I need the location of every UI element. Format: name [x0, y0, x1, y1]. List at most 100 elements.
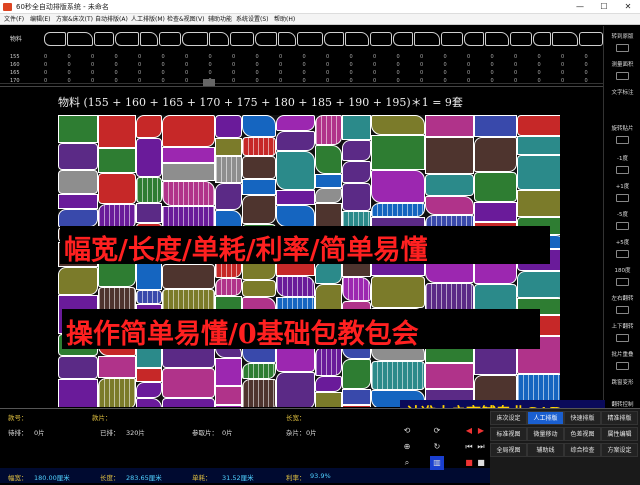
pattern-piece[interactable] — [425, 196, 474, 215]
pattern-piece[interactable] — [315, 188, 342, 203]
pattern-piece[interactable] — [215, 115, 242, 138]
pattern-piece[interactable] — [58, 356, 98, 379]
pattern-piece[interactable] — [162, 264, 215, 289]
pattern-piece[interactable] — [215, 358, 242, 386]
pattern-piece[interactable] — [342, 140, 371, 161]
pattern-piece[interactable] — [474, 137, 517, 172]
pattern-piece[interactable] — [315, 115, 342, 145]
pattern-piece[interactable] — [371, 135, 425, 170]
pattern-piece[interactable] — [342, 115, 371, 140]
pattern-piece[interactable] — [315, 174, 342, 188]
pattern-piece[interactable] — [162, 398, 215, 407]
tool-go-original[interactable]: 转到原版 — [604, 32, 640, 40]
pattern-piece[interactable] — [425, 363, 474, 389]
pattern-piece[interactable] — [342, 183, 371, 211]
pattern-piece[interactable] — [242, 115, 276, 137]
piece-thumbnail[interactable] — [182, 32, 208, 46]
pattern-piece[interactable] — [474, 202, 517, 222]
pattern-piece[interactable] — [517, 190, 560, 217]
pattern-piece[interactable] — [342, 389, 371, 405]
pattern-piece[interactable] — [342, 405, 371, 407]
tool-jump-deform[interactable]: 跳窗变形 — [604, 378, 640, 386]
tool-measure-area[interactable]: 测量面积 — [604, 60, 640, 68]
scheme-settings-button[interactable]: 方案设定 — [601, 443, 638, 457]
menu-file[interactable]: 文件(F) — [4, 14, 24, 25]
pattern-piece[interactable] — [58, 267, 98, 295]
pattern-piece[interactable] — [371, 170, 425, 203]
pattern-piece[interactable] — [474, 115, 517, 137]
pattern-piece[interactable] — [58, 143, 98, 170]
manual-layout-button[interactable]: 人工排版 — [527, 411, 564, 425]
piece-thumbnail[interactable] — [485, 32, 509, 46]
piece-thumbnail[interactable] — [140, 32, 158, 46]
white-flag-icon[interactable]: ■ — [474, 456, 488, 470]
book-icon[interactable]: ▥ — [430, 456, 444, 470]
tool-flip-control[interactable]: 翻转控制 — [604, 400, 640, 408]
bed-settings-button[interactable]: 床次设定 — [490, 411, 527, 425]
pattern-piece[interactable] — [517, 155, 560, 190]
tool-text-label[interactable]: 文字标注 — [604, 88, 640, 96]
pattern-piece[interactable] — [276, 151, 315, 190]
refresh-icon[interactable]: ↻ — [430, 440, 444, 454]
global-view-button[interactable]: 全局视图 — [490, 443, 527, 457]
pattern-piece[interactable] — [58, 194, 98, 209]
pattern-piece[interactable] — [371, 115, 425, 135]
pattern-piece[interactable] — [342, 161, 371, 183]
pattern-piece[interactable] — [342, 359, 371, 389]
pattern-piece[interactable] — [136, 368, 162, 382]
pattern-piece[interactable] — [215, 138, 242, 156]
standard-view-button[interactable]: 标准视图 — [490, 427, 527, 441]
piece-thumbnail[interactable] — [552, 32, 578, 46]
pattern-piece[interactable] — [136, 382, 162, 398]
piece-thumbnail[interactable] — [115, 32, 139, 46]
tool-overlap-pieces[interactable]: 批片重叠 — [604, 350, 640, 358]
menu-aux[interactable]: 辅助功能 — [208, 14, 232, 25]
pattern-piece[interactable] — [371, 361, 425, 390]
close-button[interactable]: ✕ — [616, 0, 640, 14]
piece-thumbnail[interactable] — [159, 32, 181, 46]
pattern-piece[interactable] — [425, 283, 474, 312]
pattern-piece[interactable] — [162, 163, 215, 181]
menu-help[interactable]: 帮助(H) — [274, 14, 295, 25]
tool-rotate-piece[interactable]: 旋转贴片 — [604, 124, 640, 132]
pattern-piece[interactable] — [276, 205, 315, 227]
pattern-piece[interactable] — [517, 136, 560, 155]
full-check-button[interactable]: 综合检查 — [564, 443, 601, 457]
lasso-icon[interactable]: ⌕ — [400, 456, 414, 470]
pattern-piece[interactable] — [136, 398, 162, 407]
pattern-piece[interactable] — [215, 405, 242, 407]
minimize-button[interactable]: — — [568, 0, 592, 14]
pattern-piece[interactable] — [136, 290, 162, 304]
piece-thumbnail[interactable] — [414, 32, 440, 46]
piece-thumbnail[interactable] — [441, 32, 463, 46]
zoom-icon[interactable]: ⊕ — [400, 440, 414, 454]
precise-layout-button[interactable]: 精准排版 — [601, 411, 638, 425]
piece-thumbnail[interactable] — [297, 32, 323, 46]
pattern-piece[interactable] — [58, 115, 98, 143]
pattern-piece[interactable] — [276, 372, 315, 407]
tool-rotate-minus-5[interactable]: -5度 — [604, 210, 640, 218]
menu-edit[interactable]: 编辑(E) — [30, 14, 50, 25]
piece-thumbnail[interactable] — [324, 32, 344, 46]
pattern-piece[interactable] — [315, 392, 342, 407]
piece-thumbnail[interactable] — [579, 32, 603, 46]
pattern-piece[interactable] — [136, 138, 162, 177]
piece-thumbnail[interactable] — [510, 32, 532, 46]
pattern-piece[interactable] — [425, 137, 474, 174]
tool-rotate-minus-1[interactable]: -1度 — [604, 154, 640, 162]
color-diff-view-button[interactable]: 色差视图 — [564, 427, 601, 441]
tool-flip-horizontal[interactable]: 左右翻转 — [604, 294, 640, 302]
pattern-piece[interactable] — [242, 156, 276, 179]
undo-icon[interactable]: ⟲ — [400, 424, 414, 438]
pattern-piece[interactable] — [315, 376, 342, 392]
pattern-piece[interactable] — [136, 177, 162, 203]
piece-thumbnail[interactable] — [533, 32, 551, 46]
pattern-piece[interactable] — [98, 173, 136, 204]
piece-thumbnail[interactable] — [94, 32, 114, 46]
last-icon[interactable]: ⏭ — [474, 440, 488, 454]
redo-icon[interactable]: ⟳ — [430, 424, 444, 438]
micro-move-button[interactable]: 微量移动 — [527, 427, 564, 441]
menu-check-view[interactable]: 检查&视图(V) — [167, 14, 204, 25]
pattern-piece[interactable] — [98, 356, 136, 378]
pattern-piece[interactable] — [98, 378, 136, 407]
